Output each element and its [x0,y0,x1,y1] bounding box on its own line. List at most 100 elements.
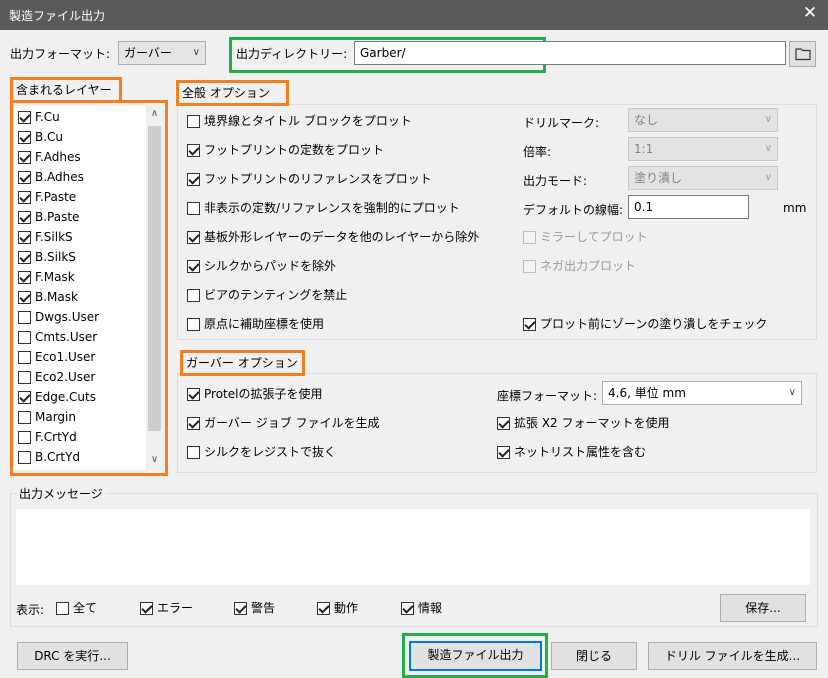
plot-button[interactable]: 製造ファイル出力 [409,641,542,671]
layer-item[interactable]: F.Adhes [18,147,81,167]
format-select[interactable]: ガーバー ∨ [118,41,206,65]
layer-checkbox[interactable] [18,271,31,284]
message-filter[interactable]: 警告 [234,599,275,617]
layer-item[interactable]: B.Adhes [18,167,84,187]
output-dir-input[interactable]: Garber/ [354,41,786,65]
layer-item[interactable]: Dwgs.User [18,307,99,327]
layer-checkbox[interactable] [18,171,31,184]
check-zones-checkbox[interactable] [523,318,536,331]
layer-item[interactable]: B.SilkS [18,247,76,267]
layer-checkbox[interactable] [18,391,31,404]
layer-item[interactable]: Cmts.User [18,327,97,347]
layer-checkbox[interactable] [18,231,31,244]
layer-checkbox[interactable] [18,311,31,324]
layer-checkbox[interactable] [18,191,31,204]
layer-item[interactable]: B.Mask [18,287,78,307]
message-filter-checkbox[interactable] [140,602,153,615]
line-width-input[interactable]: 0.1 [628,195,749,219]
layer-checkbox[interactable] [18,291,31,304]
message-filter[interactable]: エラー [140,599,193,617]
layer-checkbox[interactable] [18,111,31,124]
message-filter[interactable]: 全て [56,599,97,617]
mirror-option[interactable]: ミラーしてプロット [523,228,648,246]
layer-label: B.Adhes [35,170,84,184]
output-mode-select[interactable]: 塗り潰し ∨ [628,166,778,190]
general-option[interactable]: フットプリントの定数をプロット [187,141,384,159]
general-option-checkbox[interactable] [187,318,200,331]
messages-area[interactable] [16,509,810,585]
layer-checkbox[interactable] [18,211,31,224]
general-option[interactable]: 基板外形レイヤーのデータを他のレイヤーから除外 [187,228,479,246]
browse-dir-button[interactable] [789,41,816,67]
close-icon[interactable]: ✕ [800,3,820,23]
message-filter-checkbox[interactable] [401,602,414,615]
general-option[interactable]: 原点に補助座標を使用 [187,315,324,333]
layer-checkbox[interactable] [18,451,31,464]
drill-mark-select[interactable]: なし ∨ [628,108,778,132]
check-zones-option[interactable]: プロット前にゾーンの塗り潰しをチェック [523,315,767,333]
x2-checkbox[interactable] [497,417,510,430]
protel-option[interactable]: Protelの拡張子を使用 [187,385,322,403]
scroll-thumb[interactable] [148,126,161,431]
general-option-checkbox[interactable] [187,144,200,157]
job-file-checkbox[interactable] [187,417,200,430]
layer-item[interactable]: F.SilkS [18,227,73,247]
generate-drill-button[interactable]: ドリル ファイルを生成... [648,642,817,670]
layer-checkbox[interactable] [18,411,31,424]
negative-checkbox[interactable] [523,260,536,273]
general-option[interactable]: 非表示の定数/リファレンスを強制的にプロット [187,199,460,217]
layer-item[interactable]: F.CrtYd [18,427,77,447]
layer-checkbox[interactable] [18,431,31,444]
negative-option[interactable]: ネガ出力プロット [523,257,636,275]
coord-format-select[interactable]: 4.6, 単位 mm ∨ [602,381,802,405]
job-file-option[interactable]: ガーバー ジョブ ファイルを生成 [187,414,380,432]
layer-checkbox[interactable] [18,251,31,264]
general-option-checkbox[interactable] [187,231,200,244]
layer-item[interactable]: Edge.Cuts [18,387,96,407]
general-option-checkbox[interactable] [187,115,200,128]
layers-list[interactable]: F.Cu B.Cu F.Adhes B.Adhes F.Paste B.Paste F.Si… [14,106,146,470]
layer-item[interactable]: F.Paste [18,187,76,207]
general-option-checkbox[interactable] [187,173,200,186]
message-filter-checkbox[interactable] [317,602,330,615]
close-button[interactable]: 閉じる [551,642,637,670]
general-option[interactable]: シルクからパッドを除外 [187,257,336,275]
message-filter-checkbox[interactable] [234,602,247,615]
layer-item[interactable]: Eco1.User [18,347,95,367]
layer-item[interactable]: Eco2.User [18,367,95,387]
layer-checkbox[interactable] [18,151,31,164]
general-option-checkbox[interactable] [187,289,200,302]
x2-option[interactable]: 拡張 X2 フォーマットを使用 [497,414,670,432]
netlist-checkbox[interactable] [497,446,510,459]
layer-label: B.Mask [35,290,78,304]
mirror-checkbox[interactable] [523,231,536,244]
general-option-checkbox[interactable] [187,260,200,273]
layer-item[interactable]: B.Cu [18,127,63,147]
message-filter-checkbox[interactable] [56,602,69,615]
message-filter[interactable]: 情報 [401,599,442,617]
subtract-silk-checkbox[interactable] [187,446,200,459]
layer-checkbox[interactable] [18,351,31,364]
layer-checkbox[interactable] [18,331,31,344]
layer-item[interactable]: F.Mask [18,267,75,287]
layer-item[interactable]: B.CrtYd [18,447,80,467]
scroll-up-icon[interactable]: ∧ [146,108,163,119]
layer-item[interactable]: F.Cu [18,107,60,127]
layers-scrollbar[interactable]: ∧ ∨ [146,106,163,470]
general-option-checkbox[interactable] [187,202,200,215]
general-option[interactable]: 境界線とタイトル ブロックをプロット [187,112,412,130]
layer-item[interactable]: B.Paste [18,207,79,227]
message-filter[interactable]: 動作 [317,599,358,617]
save-messages-button[interactable]: 保存... [720,594,806,622]
subtract-silk-option[interactable]: シルクをレジストで抜く [187,443,336,461]
netlist-option[interactable]: ネットリスト属性を含む [497,443,646,461]
scroll-down-icon[interactable]: ∨ [146,454,163,465]
scale-select[interactable]: 1:1 ∨ [628,137,778,161]
layer-item[interactable]: Margin [18,407,76,427]
general-option[interactable]: フットプリントのリファレンスをプロット [187,170,432,188]
general-option[interactable]: ビアのテンティングを禁止 [187,286,347,304]
run-drc-button[interactable]: DRC を実行... [17,642,128,670]
protel-checkbox[interactable] [187,388,200,401]
layer-checkbox[interactable] [18,371,31,384]
layer-checkbox[interactable] [18,131,31,144]
